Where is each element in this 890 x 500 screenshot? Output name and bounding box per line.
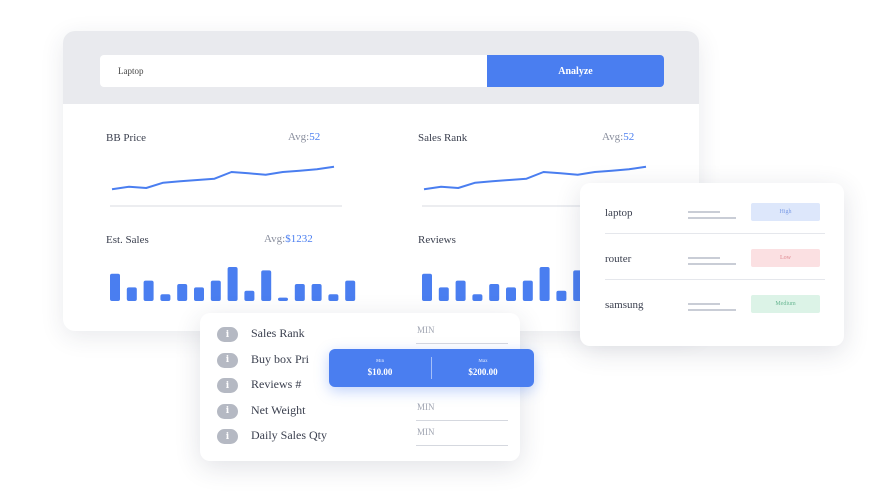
filter-label: Reviews # — [251, 377, 302, 391]
est-sales-bar-chart — [110, 267, 356, 301]
filter-min-input[interactable]: MIN — [417, 427, 435, 437]
bar — [160, 294, 171, 301]
filter-label: Daily Sales Qty — [251, 428, 327, 442]
metric-avg-bb-price: Avg:52 — [288, 131, 320, 143]
price-max-value: $200.00 — [468, 367, 498, 377]
filter-row: i Sales Rank MIN — [200, 324, 520, 348]
price-max-caption: Max — [478, 359, 488, 364]
bar — [455, 280, 466, 301]
keyword-trend-lines — [688, 211, 738, 219]
info-icon[interactable]: i — [217, 429, 238, 444]
avg-label: Avg: — [264, 233, 286, 245]
avg-value: 52 — [623, 131, 635, 143]
price-min[interactable]: Min $10.00 — [329, 349, 431, 387]
bar — [345, 280, 356, 301]
metric-title-est-sales: Est. Sales — [106, 234, 149, 246]
avg-value: 52 — [309, 131, 321, 143]
price-min-caption: Min — [375, 359, 385, 364]
keyword-row[interactable]: samsung Medium — [580, 283, 844, 329]
reviews-bar-chart — [422, 267, 584, 301]
bar — [506, 287, 516, 301]
metric-title-sales-rank: Sales Rank — [418, 132, 468, 144]
bar — [227, 267, 238, 301]
avg-label: Avg: — [288, 131, 310, 143]
bar — [110, 273, 120, 301]
keyword-name: router — [605, 253, 632, 265]
bar — [472, 294, 483, 301]
filter-input-underline — [416, 343, 508, 344]
competition-badge: Low — [751, 249, 820, 267]
filter-row: i Daily Sales Qty MIN — [200, 426, 520, 450]
filter-row: i Net Weight MIN — [200, 401, 520, 425]
keyword-divider — [605, 279, 825, 280]
bar — [177, 284, 188, 301]
keyword-row[interactable]: router Low — [580, 237, 844, 283]
bar — [556, 290, 567, 301]
bar — [126, 287, 137, 301]
filter-min-input[interactable]: MIN — [417, 325, 435, 335]
keyword-competition-card: laptop High router Low samsung Medium — [580, 183, 844, 346]
keyword-name: laptop — [605, 207, 633, 219]
info-icon[interactable]: i — [217, 352, 238, 368]
filter-input-underline — [416, 419, 508, 421]
bar — [311, 284, 322, 301]
filter-input-underline — [416, 445, 508, 446]
bar — [210, 280, 221, 301]
keyword-trend-lines — [688, 257, 738, 265]
filter-label: Sales Rank — [251, 326, 305, 340]
competition-badge: Medium — [751, 295, 820, 313]
keyword-row[interactable]: laptop High — [580, 191, 844, 237]
bar — [422, 273, 432, 301]
keyword-divider — [605, 233, 825, 234]
search-input[interactable]: Laptop — [100, 55, 488, 87]
metric-title-reviews: Reviews — [418, 234, 456, 246]
bar — [143, 280, 154, 301]
bar — [522, 280, 533, 301]
bar — [328, 294, 339, 301]
bb-price-line-chart — [110, 165, 342, 207]
info-icon[interactable]: i — [217, 378, 238, 393]
bar — [244, 290, 255, 301]
filter-label: Net Weight — [251, 402, 306, 417]
filter-min-input[interactable]: MIN — [417, 402, 435, 412]
avg-label: Avg: — [602, 131, 624, 143]
bar — [194, 287, 204, 301]
price-max[interactable]: Max $200.00 — [432, 349, 534, 387]
bar — [489, 284, 500, 301]
bar — [438, 287, 449, 301]
metric-title-bb-price: BB Price — [106, 132, 147, 144]
analyze-button[interactable]: Analyze — [487, 55, 664, 87]
price-min-value: $10.00 — [367, 367, 393, 377]
info-icon[interactable]: i — [217, 403, 238, 419]
filter-panel: i Sales Rank MIN i Buy box Pri i Reviews # i Net… — [200, 313, 520, 461]
bar — [261, 270, 272, 301]
filter-label: Buy box Pri — [251, 351, 310, 366]
price-range-popover[interactable]: Min $10.00 Max $200.00 — [329, 349, 534, 387]
bar — [278, 297, 288, 301]
metric-avg-sales-rank: Avg:52 — [602, 131, 634, 143]
info-icon[interactable]: i — [217, 327, 238, 342]
metric-avg-est-sales: Avg:$1232 — [264, 233, 313, 245]
search-band: Laptop Analyze — [63, 31, 699, 104]
bar — [294, 284, 305, 301]
keyword-name: samsung — [605, 299, 644, 311]
keyword-trend-lines — [688, 303, 738, 311]
series-line — [111, 165, 335, 191]
bar — [539, 267, 550, 301]
avg-value: $1232 — [285, 233, 313, 245]
competition-badge: High — [751, 203, 820, 221]
